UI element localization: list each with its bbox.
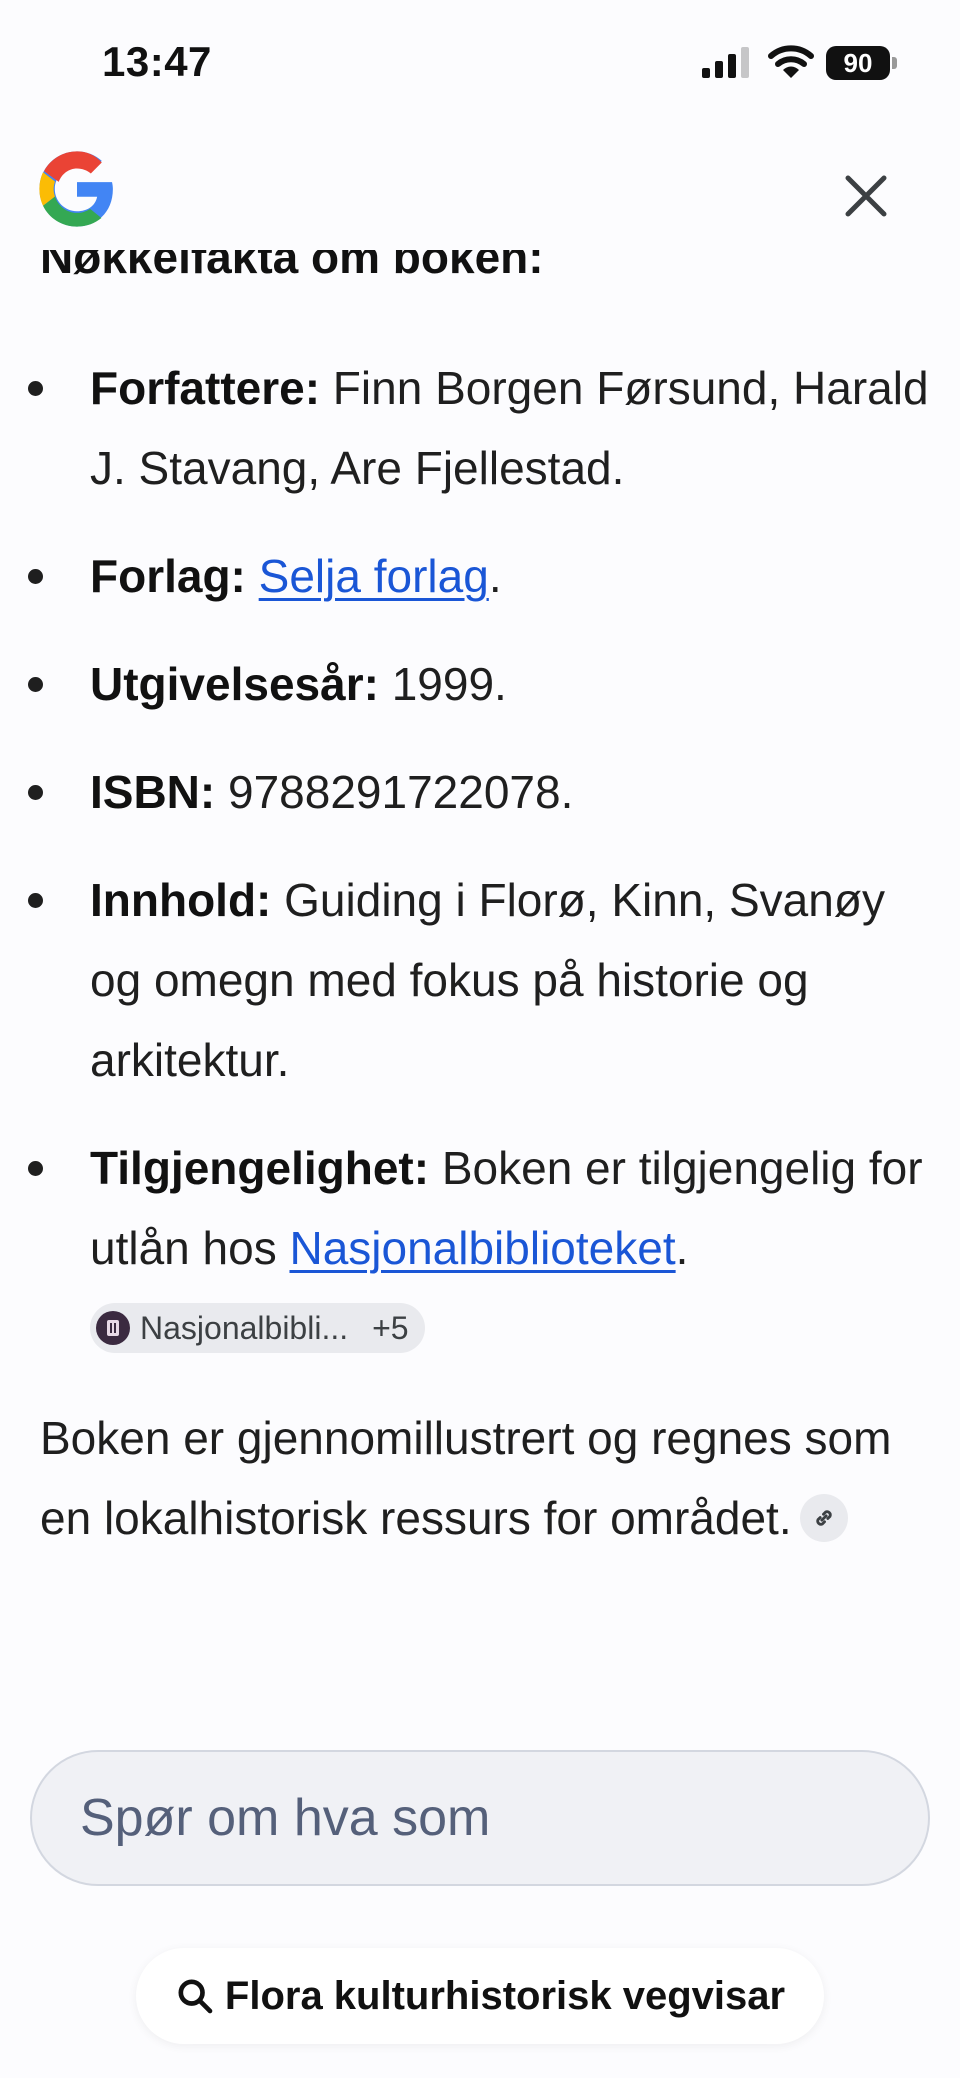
fact-text: . — [488, 550, 502, 602]
fact-label: Utgivelsesår: — [90, 658, 379, 710]
screen: Nøkkelfakta om boken: Forfattere: Finn B… — [0, 0, 960, 2078]
list-item-authors: Forfattere: Finn Borgen Førsund, Harald … — [0, 348, 960, 508]
status-bar: 13:47 90 — [0, 0, 960, 120]
source-chip[interactable]: Nasjonalbibli... +5 — [90, 1302, 425, 1353]
ask-anything-input[interactable]: Spør om hva som — [30, 1750, 930, 1886]
bullet — [28, 569, 43, 584]
search-icon — [178, 1979, 213, 2014]
cellular-signal-icon — [702, 47, 749, 78]
bullet — [28, 1161, 43, 1176]
summary-text: Boken er gjennomillustrert og regnes som… — [40, 1412, 892, 1544]
fact-text: . — [675, 1222, 689, 1274]
fact-text: 9788291722078. — [215, 766, 574, 818]
bullet — [28, 785, 43, 800]
fact-label: Forlag: — [90, 550, 246, 602]
battery-cap — [892, 57, 897, 69]
fact-label: Forfattere: — [90, 362, 321, 414]
fact-label: Innhold: — [90, 874, 272, 926]
library-link[interactable]: Nasjonalbiblioteket — [289, 1222, 675, 1274]
battery-level: 90 — [826, 46, 890, 80]
source-chip-count: +5 — [372, 1309, 409, 1346]
battery-indicator: 90 — [826, 46, 897, 80]
fact-label: Tilgjengelighet: — [90, 1142, 430, 1194]
summary-paragraph: Boken er gjennomillustrert og regnes som… — [40, 1398, 920, 1558]
link-icon[interactable] — [799, 1493, 848, 1542]
publisher-link[interactable]: Selja forlag — [259, 550, 489, 602]
library-favicon-icon — [96, 1310, 130, 1345]
bullet — [28, 381, 43, 396]
search-suggestion-button[interactable]: Flora kulturhistorisk vegvisar — [136, 1948, 824, 2044]
list-item-availability: Tilgjengelighet: Boken er tilgjengelig f… — [0, 1128, 960, 1368]
key-facts-list: Forfattere: Finn Borgen Førsund, Harald … — [0, 348, 960, 1396]
source-chip-name: Nasjonalbibli... — [140, 1309, 349, 1346]
google-logo — [39, 151, 113, 227]
fact-text: 1999. — [378, 658, 507, 710]
status-time: 13:47 — [102, 38, 212, 85]
list-item-year: Utgivelsesår: 1999. — [0, 644, 960, 724]
answer-content: Nøkkelfakta om boken: Forfattere: Finn B… — [0, 0, 960, 1720]
bullet — [28, 677, 43, 692]
list-item-isbn: ISBN: 9788291722078. — [0, 752, 960, 832]
search-suggestion-label: Flora kulturhistorisk vegvisar — [224, 1973, 786, 2018]
list-item-publisher: Forlag: Selja forlag. — [0, 536, 960, 616]
wifi-icon — [768, 45, 814, 78]
list-item-contents: Innhold: Guiding i Florø, Kinn, Svanøy o… — [0, 860, 960, 1100]
close-icon[interactable] — [836, 166, 896, 226]
fact-label: ISBN: — [90, 766, 216, 818]
header — [0, 120, 960, 250]
bullet — [28, 893, 43, 908]
